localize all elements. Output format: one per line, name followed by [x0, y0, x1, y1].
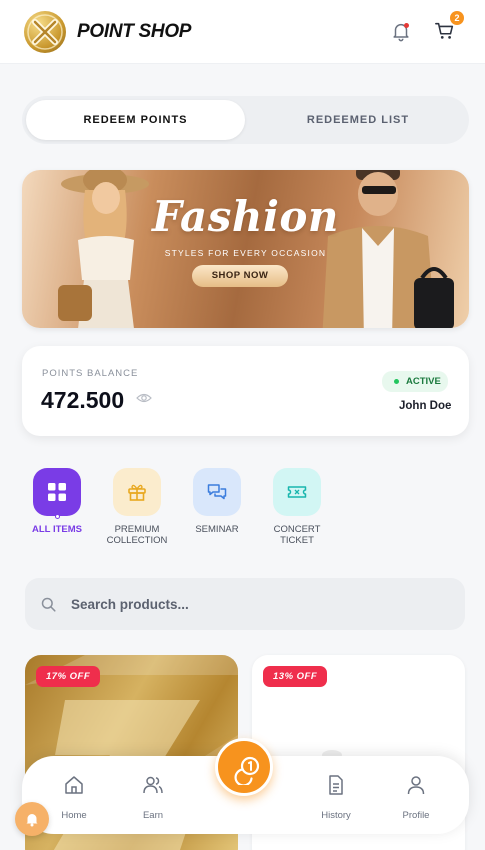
discount-badge: 13% OFF: [263, 666, 328, 687]
nav-history[interactable]: History: [306, 774, 366, 821]
category-label: CONCERT TICKET: [273, 524, 321, 546]
eye-icon[interactable]: [136, 392, 152, 404]
home-icon: [65, 776, 83, 794]
search-input[interactable]: [71, 578, 451, 630]
grid-icon: [48, 483, 66, 501]
promo-banner[interactable]: Fashion STYLES FOR EVERY OCCASION SHOP N…: [22, 170, 469, 328]
points-balance-card: POINTS BALANCE 472.500 ACTIVE John Doe: [22, 346, 469, 436]
user-icon: [407, 776, 425, 795]
search-icon: [41, 597, 56, 612]
banner-subtitle: STYLES FOR EVERY OCCASION: [164, 248, 327, 258]
category-label: PREMIUM COLLECTION: [106, 524, 168, 546]
nav-label: Earn: [142, 810, 164, 821]
nav-label: Profile: [402, 810, 430, 821]
chat-icon: [207, 484, 227, 500]
category-icon-box: [33, 468, 81, 519]
redeem-tabs: REDEEM POINTS REDEEMED LIST: [22, 96, 469, 144]
floating-notification-button[interactable]: [15, 802, 49, 836]
category-label: SEMINAR: [195, 524, 239, 535]
nav-label: History: [321, 810, 351, 821]
redeem-coins-button[interactable]: [215, 738, 273, 796]
active-indicator-dot: [55, 514, 60, 519]
app-header: POINT SHOP 2: [0, 0, 485, 64]
users-icon: [143, 776, 163, 794]
search-bar: [25, 578, 465, 630]
points-balance-label: POINTS BALANCE: [42, 368, 139, 379]
category-icon-box: [273, 468, 321, 516]
document-icon: [329, 775, 343, 795]
category-icon-box: [113, 468, 161, 516]
points-balance-value: 472.500: [41, 387, 125, 413]
user-name: John Doe: [399, 400, 452, 412]
nav-label: Home: [61, 810, 87, 821]
cart-count-badge: 2: [450, 11, 464, 25]
discount-badge: 17% OFF: [36, 666, 101, 687]
notification-dot: [404, 23, 409, 28]
brand-logo[interactable]: [24, 11, 66, 53]
category-label: ALL ITEMS: [32, 524, 82, 535]
logo-x-icon: [27, 14, 63, 50]
bell-icon: [26, 814, 38, 827]
category-all-items[interactable]: ALL ITEMS: [17, 468, 97, 535]
banner-title: Fashion: [152, 192, 339, 241]
tab-redeem-points[interactable]: REDEEM POINTS: [26, 100, 245, 140]
category-seminar[interactable]: SEMINAR: [177, 468, 257, 535]
coins-icon: [234, 756, 260, 785]
shop-now-button[interactable]: SHOP NOW: [192, 265, 288, 287]
status-dot: [394, 379, 399, 384]
category-icon-box: [193, 468, 241, 516]
status-label: ACTIVE: [406, 376, 441, 387]
tab-redeemed-list[interactable]: REDEEMED LIST: [251, 100, 465, 140]
gift-icon: [128, 484, 146, 501]
status-badge: ACTIVE: [382, 371, 448, 392]
nav-earn[interactable]: Earn: [123, 774, 183, 821]
brand-name: POINT SHOP: [77, 21, 192, 42]
category-concert-ticket[interactable]: CONCERT TICKET: [257, 468, 337, 546]
ticket-icon: [287, 486, 307, 498]
nav-profile[interactable]: Profile: [386, 774, 446, 821]
nav-home[interactable]: Home: [44, 774, 104, 821]
category-premium-collection[interactable]: PREMIUM COLLECTION: [97, 468, 177, 546]
